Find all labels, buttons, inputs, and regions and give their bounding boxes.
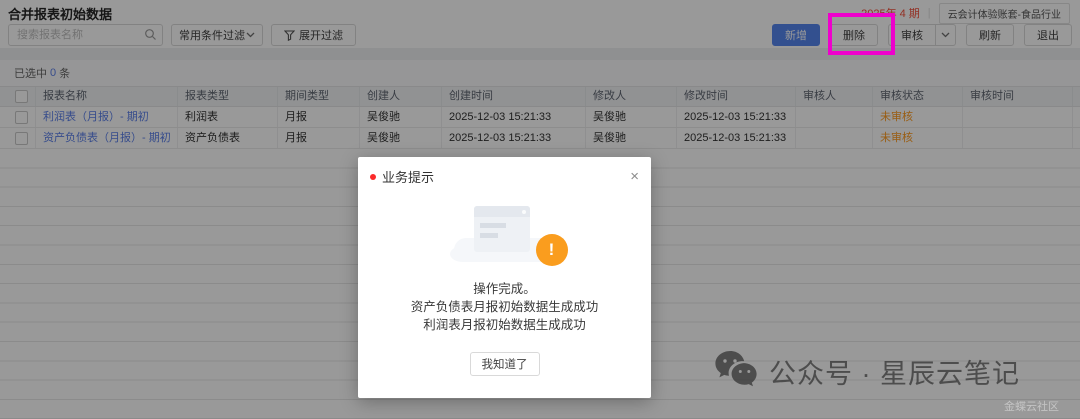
wechat-icon (714, 350, 760, 393)
alert-illustration: ! (450, 202, 560, 264)
dialog-title: 业务提示 (382, 167, 434, 186)
message-line: 资产负债表月报初始数据生成成功 (411, 298, 599, 316)
close-icon[interactable]: × (630, 169, 639, 184)
message-line: 操作完成。 (411, 280, 599, 298)
message-line: 利润表月报初始数据生成成功 (411, 316, 599, 334)
community-watermark: 金蝶云社区 (1004, 398, 1059, 414)
document-card-icon (474, 206, 530, 252)
watermark: 公众号 · 星辰云笔记 (714, 350, 1020, 393)
dialog-message: 操作完成。 资产负债表月报初始数据生成成功 利润表月报初始数据生成成功 (411, 280, 599, 334)
business-prompt-dialog: 业务提示 × ! 操作完成。 资产负债表月报初始数据生成成功 利润表月报初始数据… (358, 157, 651, 398)
annotation-highlight-box (828, 13, 895, 55)
dialog-body: ! 操作完成。 资产负债表月报初始数据生成成功 利润表月报初始数据生成成功 我知… (358, 190, 651, 398)
dialog-header: 业务提示 × (358, 157, 651, 190)
red-dot-icon (370, 174, 376, 180)
watermark-text: 公众号 · 星辰云笔记 (769, 352, 1020, 391)
exclamation-icon: ! (536, 234, 568, 266)
confirm-button[interactable]: 我知道了 (470, 352, 540, 376)
